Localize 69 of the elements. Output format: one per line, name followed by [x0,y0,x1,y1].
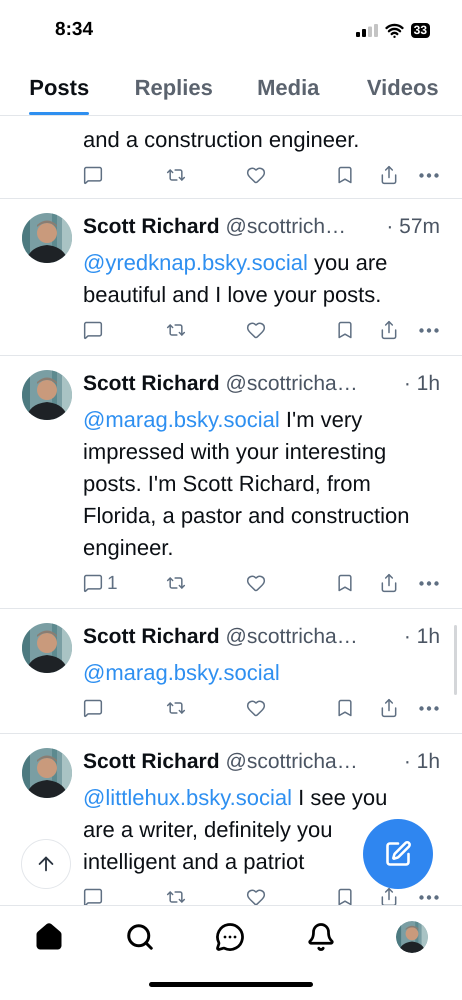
author-name: Scott Richard [83,749,220,775]
heart-icon [246,165,266,185]
mention-link[interactable]: @yredknap.bsky.social [83,250,308,275]
chat-icon [215,922,245,952]
share-icon [379,320,399,340]
search-tab[interactable] [124,922,154,952]
author-handle: @scottricha… [226,371,358,397]
share-button[interactable] [379,320,399,340]
more-button[interactable] [419,328,439,332]
share-button[interactable] [379,698,399,718]
clock: 8:34 [55,18,94,42]
more-icon [419,894,439,900]
scrollbar [454,625,457,695]
post-time: · 57m [386,214,440,240]
speech-bubble-icon [83,887,103,905]
heart-icon [246,698,266,718]
post-time: · 1h [404,371,440,397]
tab[interactable]: Media [231,60,346,115]
share-icon [379,887,399,905]
more-button[interactable] [419,580,439,586]
speech-bubble-icon [83,165,103,185]
more-icon [419,172,439,178]
speech-bubble-icon [83,320,103,340]
tab[interactable]: Videos [346,60,460,115]
share-button[interactable] [379,573,399,593]
speech-bubble-icon [83,698,103,718]
scroll-to-top-button[interactable] [21,839,71,889]
share-icon [379,698,399,718]
chat-tab[interactable] [215,922,245,952]
post-time: · 1h [404,749,440,775]
mention-link[interactable]: @marag.bsky.social [83,407,280,432]
more-icon [419,706,439,710]
share-icon [379,165,399,185]
reply-button[interactable]: 1 [83,573,166,593]
tab[interactable]: Posts [2,60,116,115]
author-name: Scott Richard [83,214,220,240]
notifications-tab[interactable] [306,922,336,952]
heart-icon [246,887,266,905]
more-icon [419,580,439,586]
more-icon [419,328,439,332]
home-icon [34,922,64,952]
tab[interactable]: Replies [116,60,231,115]
mention-link[interactable]: @littlehux.bsky.social [83,785,292,810]
post-text: and a construction engineer. [83,126,360,154]
profile-tab[interactable] [396,921,428,953]
more-button[interactable] [419,172,439,178]
post-time: · 1h [404,624,440,650]
speech-bubble-icon [83,573,103,593]
more-button[interactable] [419,894,439,900]
mention-link[interactable]: @marag.bsky.social [83,660,280,685]
compose-icon [384,840,412,868]
search-icon [124,922,154,952]
author-handle: @scottricha… [226,749,358,775]
post-text: @yredknap.bsky.social you are beautiful and I love your posts. [83,249,388,309]
author-handle: @scottricha… [226,624,358,650]
share-button[interactable] [379,165,399,185]
author-handle: @scottrich… [226,214,346,240]
author-name: Scott Richard [83,624,220,650]
heart-icon [246,320,266,340]
home-tab[interactable] [34,922,64,952]
signal-icon [356,24,378,36]
more-button[interactable] [419,706,439,710]
battery-indicator: 33 [410,22,430,38]
heart-icon [246,573,266,593]
share-button[interactable] [379,887,399,905]
bell-icon [306,922,336,952]
author-name: Scott Richard [83,371,220,397]
post-text: @marag.bsky.social I'm very impressed with your interesting posts. I'm Scott Richard, from Florida, a pastor and construction engineer. [83,406,411,562]
share-icon [379,573,399,593]
